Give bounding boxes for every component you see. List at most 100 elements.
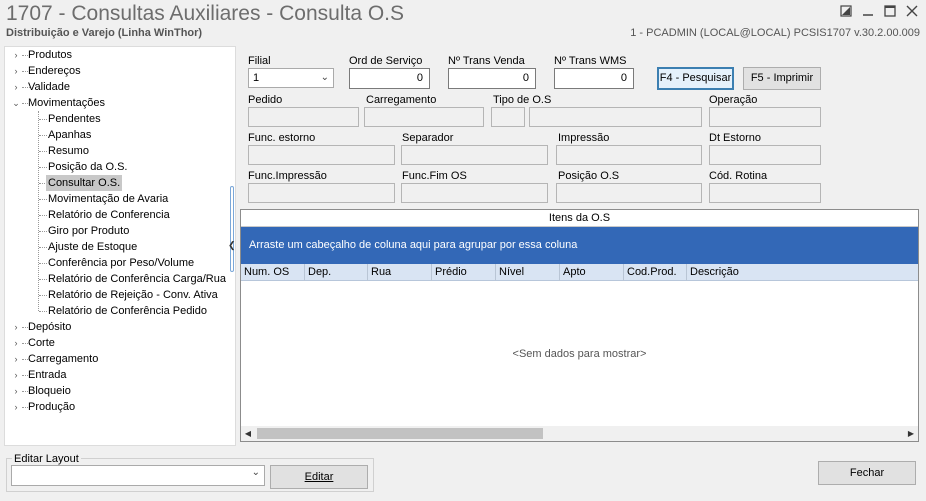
dt-estorno-field xyxy=(709,145,821,165)
editar-button[interactable]: Editar xyxy=(270,465,368,489)
carregamento-label: Carregamento xyxy=(366,94,437,106)
collapse-left-icon[interactable]: ❮ xyxy=(228,240,236,251)
trans-wms-label: Nº Trans WMS xyxy=(554,55,627,67)
fechar-button[interactable]: Fechar xyxy=(818,461,916,485)
func-impressao-field xyxy=(248,183,395,203)
chevron-right-icon[interactable]: › xyxy=(11,47,21,63)
column-header-num-os[interactable]: Num. OS xyxy=(241,264,305,281)
func-impressao-label: Func.Impressão xyxy=(248,170,327,182)
tree-item-label: Corte xyxy=(28,337,55,349)
tree-item-label: Movimentações xyxy=(28,97,106,109)
chevron-right-icon[interactable]: › xyxy=(11,367,21,383)
empty-grid-message: <Sem dados para mostrar> xyxy=(512,348,647,360)
window-title: 1707 - Consultas Auxiliares - Consulta O… xyxy=(6,2,405,25)
separador-label: Separador xyxy=(402,132,454,144)
filial-value: 1 xyxy=(253,72,260,84)
tree-item-label: Produtos xyxy=(28,49,73,61)
chevron-down-icon[interactable]: ⌄ xyxy=(252,467,260,478)
chevron-down-icon[interactable]: ⌄ xyxy=(11,95,21,111)
tree-item-label: Carregamento xyxy=(28,353,99,365)
scroll-left-icon[interactable]: ◀ xyxy=(241,426,255,441)
group-hint: Arraste um cabeçalho de coluna aqui para… xyxy=(249,239,578,251)
tree-item-label: Ajuste de Estoque xyxy=(48,241,138,253)
pedido-label: Pedido xyxy=(248,94,283,106)
tree-item-label: Movimentação de Avaria xyxy=(48,193,169,205)
tree-item-label: Apanhas xyxy=(48,129,92,141)
dt-estorno-label: Dt Estorno xyxy=(709,132,761,144)
chevron-right-icon[interactable]: › xyxy=(11,383,21,399)
tree-item-label: Pendentes xyxy=(48,113,101,125)
ord-servico-input[interactable]: 0 xyxy=(349,68,430,89)
navigation-tree: › Produtos › Endereços › Validade ⌄ Movi… xyxy=(4,46,236,446)
column-header-descricao[interactable]: Descrição xyxy=(687,264,918,281)
pesquisar-button[interactable]: F4 - Pesquisar xyxy=(657,67,734,90)
panel-splitter[interactable] xyxy=(230,186,234,272)
chevron-right-icon[interactable]: › xyxy=(11,79,21,95)
grid-header: Num. OS Dep. Rua Prédio Nível Apto Cod.P… xyxy=(241,264,918,281)
separador-field xyxy=(401,145,548,165)
carregamento-field xyxy=(364,107,484,127)
filial-label: Filial xyxy=(248,55,271,67)
tree-item-label: Depósito xyxy=(28,321,72,333)
fechar-label: Fechar xyxy=(849,467,885,479)
editar-label: Editar xyxy=(304,471,334,483)
tree-item-label-selected: Consultar O.S. xyxy=(46,175,123,191)
itens-os-grid: Itens da O.S Arraste um cabeçalho de col… xyxy=(240,209,919,442)
column-header-cod-prod[interactable]: Cod.Prod. xyxy=(624,264,687,281)
column-header-rua[interactable]: Rua xyxy=(368,264,432,281)
chevron-right-icon[interactable]: › xyxy=(11,335,21,351)
trans-venda-label: Nº Trans Venda xyxy=(448,55,525,67)
operacao-label: Operação xyxy=(709,94,758,106)
impressao-field xyxy=(556,145,702,165)
func-estorno-field xyxy=(248,145,395,165)
group-by-panel[interactable]: Arraste um cabeçalho de coluna aqui para… xyxy=(241,227,918,264)
grid-title: Itens da O.S xyxy=(241,210,918,227)
tree-item-label: Giro por Produto xyxy=(48,225,130,237)
tree-item-label: Relatório de Rejeição - Conv. Ativa xyxy=(48,289,218,301)
chevron-right-icon[interactable]: › xyxy=(11,63,21,79)
scrollbar-thumb[interactable] xyxy=(257,428,543,439)
cod-rotina-label: Cód. Rotina xyxy=(709,170,768,182)
tree-item-label: Entrada xyxy=(28,369,67,381)
chevron-right-icon[interactable]: › xyxy=(11,319,21,335)
window-subtitle: Distribuição e Varejo (Linha WinThor) xyxy=(6,27,203,39)
pedido-field xyxy=(248,107,359,127)
filial-select[interactable]: 1 ⌄ xyxy=(248,68,334,88)
tree-item-label: Relatório de Conferência Carga/Rua xyxy=(48,273,226,285)
layout-select[interactable]: ⌄ xyxy=(11,465,265,486)
posicao-os-label: Posição O.S xyxy=(558,170,620,182)
minimize-icon[interactable] xyxy=(858,2,878,20)
session-status: 1 - PCADMIN (LOCAL@LOCAL) PCSIS1707 v.30… xyxy=(630,27,920,39)
column-header-apto[interactable]: Apto xyxy=(560,264,624,281)
scroll-right-icon[interactable]: ▶ xyxy=(904,426,918,441)
tree-item-label: Produção xyxy=(28,401,76,413)
column-header-dep[interactable]: Dep. xyxy=(305,264,368,281)
func-fim-os-label: Func.Fim OS xyxy=(402,170,467,182)
chevron-right-icon[interactable]: › xyxy=(11,351,21,367)
trans-wms-input[interactable]: 0 xyxy=(554,68,634,89)
tipo-os-label: Tipo de O.S xyxy=(493,94,552,106)
operacao-field xyxy=(709,107,821,127)
tree-item-label: Relatório de Conferencia xyxy=(48,209,170,221)
trans-venda-input[interactable]: 0 xyxy=(448,68,536,89)
cod-rotina-field xyxy=(709,183,821,203)
tree-item-label: Relatório de Conferência Pedido xyxy=(48,305,207,317)
column-header-nivel[interactable]: Nível xyxy=(496,264,560,281)
maximize-icon[interactable] xyxy=(880,2,900,20)
layout-group-legend: Editar Layout xyxy=(12,453,81,465)
horizontal-scrollbar[interactable]: ◀ ▶ xyxy=(241,426,918,441)
imprimir-button[interactable]: F5 - Imprimir xyxy=(743,67,821,90)
tree-item-label: Bloqueio xyxy=(28,385,71,397)
tree-item-label: Posição da O.S. xyxy=(48,161,128,173)
close-icon[interactable] xyxy=(902,2,922,20)
func-fim-os-field xyxy=(401,183,548,203)
tree-item-label: Resumo xyxy=(48,145,89,157)
impressao-label: Impressão xyxy=(558,132,610,144)
column-header-predio[interactable]: Prédio xyxy=(432,264,496,281)
restore-icon[interactable] xyxy=(836,2,856,20)
chevron-right-icon[interactable]: › xyxy=(11,399,21,415)
tipo-os-desc-field xyxy=(529,107,702,127)
chevron-down-icon[interactable]: ⌄ xyxy=(321,69,329,87)
ord-servico-label: Ord de Serviço xyxy=(349,55,423,67)
tree-item-label: Endereços xyxy=(28,65,81,77)
